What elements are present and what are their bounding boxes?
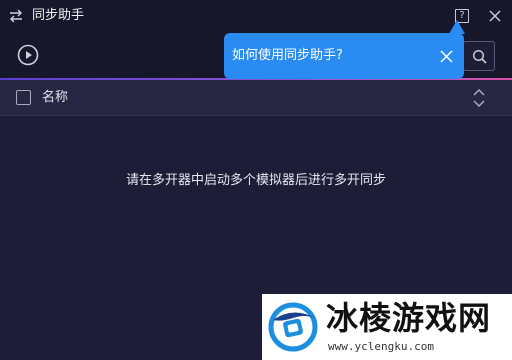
sync-arrows-icon — [10, 9, 22, 23]
column-header-name[interactable]: 名称 — [42, 89, 68, 107]
search-icon — [472, 49, 487, 64]
sort-icon[interactable] — [472, 88, 486, 108]
list-header: 名称 — [0, 80, 512, 116]
watermark-text: 冰棱游戏网 — [326, 299, 492, 337]
close-icon[interactable] — [488, 9, 502, 23]
watermark: 冰棱游戏网 www.yclengku.com — [262, 294, 512, 360]
tooltip-text[interactable]: 如何使用同步助手? — [232, 47, 343, 65]
window-title: 同步助手 — [32, 8, 85, 23]
title-bar: 同步助手 ? — [0, 0, 512, 34]
tooltip-arrow — [449, 20, 465, 34]
tooltip-close-icon[interactable] — [440, 50, 453, 63]
select-all-checkbox[interactable] — [16, 90, 31, 105]
help-tooltip[interactable]: 如何使用同步助手? — [224, 33, 464, 79]
empty-state-message: 请在多开器中启动多个模拟器后进行多开同步 — [125, 173, 386, 188]
watermark-logo-icon — [268, 302, 318, 352]
play-icon[interactable] — [17, 44, 39, 66]
search-button[interactable] — [463, 41, 495, 71]
watermark-url: www.yclengku.com — [328, 340, 434, 353]
